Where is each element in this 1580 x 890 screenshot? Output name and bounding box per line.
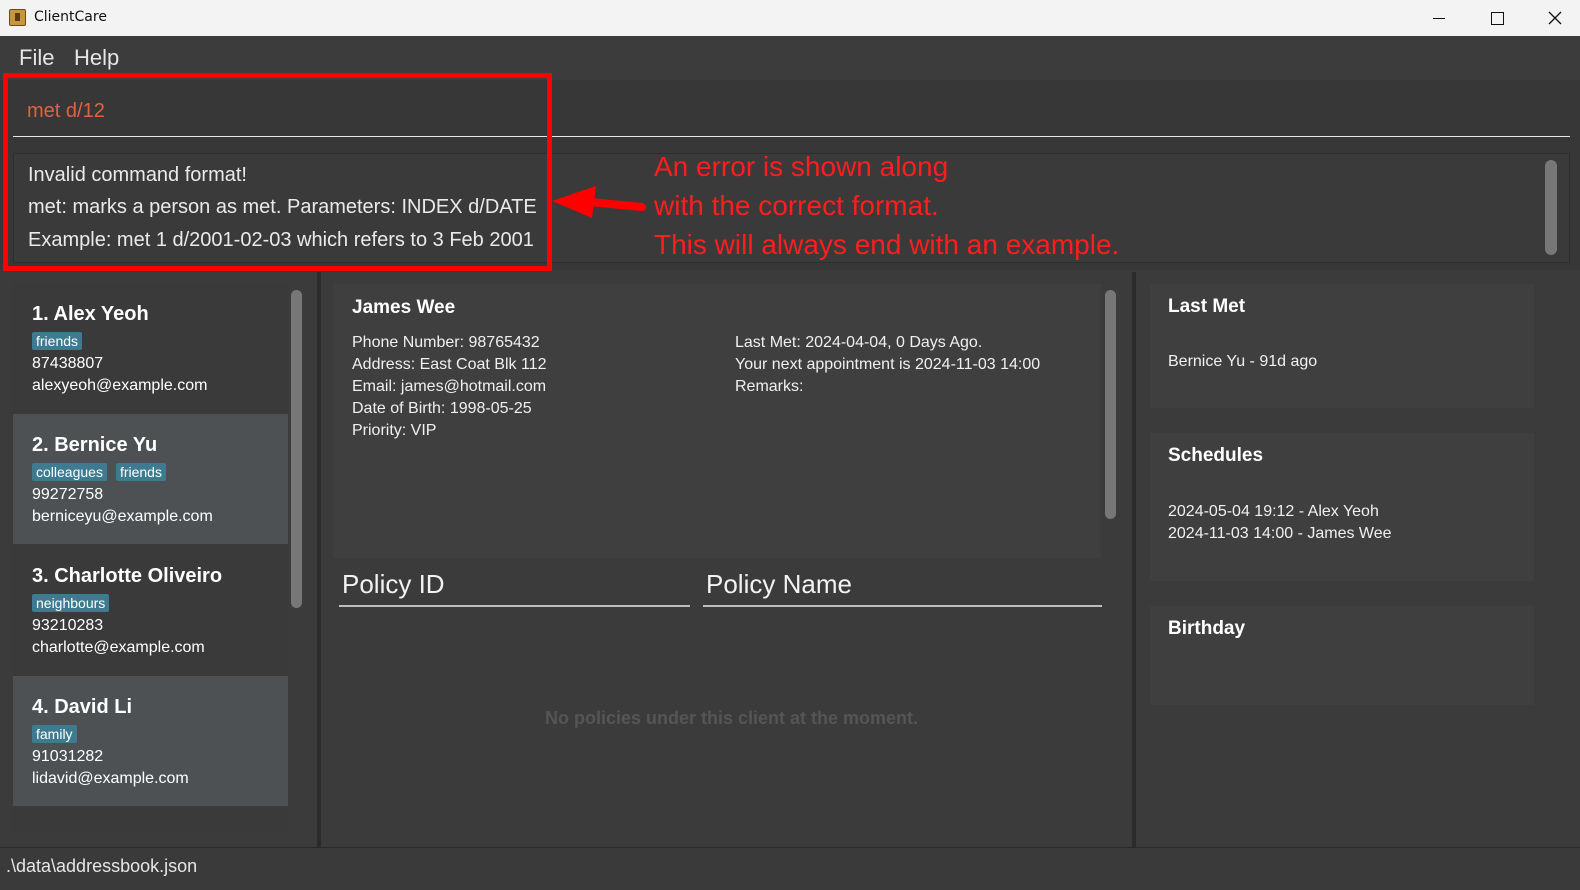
person-email: berniceyu@example.com — [32, 508, 213, 525]
save-location: .\data\addressbook.json — [6, 856, 198, 876]
policy-name-header[interactable]: Policy Name — [703, 568, 1102, 607]
person-tag: colleagues — [32, 463, 107, 481]
person-card[interactable]: 2. Bernice Yu colleagues friends 9927275… — [13, 414, 288, 544]
schedules-card: Schedules 2024-05-04 19:12 - Alex Yeoh 2… — [1150, 433, 1534, 581]
detail-appointment: Your next appointment is 2024-11-03 14:0… — [735, 356, 1041, 373]
schedule-item: 2024-11-03 14:00 - James Wee — [1168, 525, 1392, 542]
schedule-item: 2024-05-04 19:12 - Alex Yeoh — [1168, 503, 1379, 520]
person-phone: 93210283 — [32, 617, 104, 634]
person-name: 1. Alex Yeoh — [32, 303, 149, 325]
person-phone: 87438807 — [32, 355, 104, 372]
panel-divider — [1132, 272, 1136, 847]
person-tag: family — [32, 725, 77, 743]
maximize-button[interactable] — [1468, 0, 1526, 36]
detail-address: Address: East Coat Blk 112 — [352, 356, 547, 373]
person-name: 2. Bernice Yu — [32, 434, 158, 456]
policy-empty-message: No policies under this client at the mom… — [545, 708, 919, 728]
person-card[interactable]: 3. Charlotte Oliveiro neighbours 9321028… — [13, 545, 288, 675]
schedules-title: Schedules — [1168, 445, 1264, 466]
person-card[interactable]: 4. David Li family 91031282 lidavid@exam… — [13, 676, 288, 806]
policy-id-header[interactable]: Policy ID — [339, 568, 690, 607]
person-email: alexyeoh@example.com — [32, 377, 208, 394]
person-list-scrollbar[interactable] — [291, 290, 302, 608]
person-tag: neighbours — [32, 594, 110, 612]
close-icon — [1548, 11, 1562, 25]
last-met-item: Bernice Yu - 91d ago — [1168, 353, 1318, 370]
annotation-arrow-icon — [552, 186, 646, 218]
panel-divider — [317, 272, 321, 847]
person-detail: James Wee Phone Number: 98765432 Address… — [333, 284, 1101, 558]
person-tag: friends — [115, 463, 166, 481]
detail-scrollbar[interactable] — [1105, 290, 1116, 519]
person-name: 4. David Li — [32, 696, 133, 718]
birthday-card: Birthday — [1150, 606, 1534, 705]
detail-dob: Date of Birth: 1998-05-25 — [352, 400, 532, 417]
person-name: 3. Charlotte Oliveiro — [32, 565, 223, 587]
person-email: charlotte@example.com — [32, 639, 205, 656]
menu-help[interactable]: Help — [74, 45, 119, 71]
person-tag: friends — [32, 332, 83, 350]
person-email: lidavid@example.com — [32, 770, 189, 787]
person-phone: 91031282 — [32, 748, 104, 765]
policy-id-header-label: Policy ID — [342, 569, 445, 599]
detail-priority: Priority: VIP — [352, 422, 437, 439]
window-title: ClientCare — [34, 9, 107, 25]
minimize-icon — [1433, 17, 1445, 19]
result-scrollbar[interactable] — [1545, 160, 1557, 255]
app-icon — [9, 9, 26, 26]
detail-email: Email: james@hotmail.com — [352, 378, 547, 395]
close-button[interactable] — [1526, 0, 1580, 36]
person-phone: 99272758 — [32, 486, 104, 503]
detail-last-met: Last Met: 2024-04-04, 0 Days Ago. — [735, 334, 983, 351]
policy-name-header-label: Policy Name — [706, 569, 852, 599]
maximize-icon — [1490, 11, 1504, 25]
birthday-title: Birthday — [1168, 618, 1246, 639]
annotation-text: with the correct format. — [654, 190, 939, 221]
person-card[interactable]: 1. Alex Yeoh friends 87438807 alexyeoh@e… — [13, 283, 288, 413]
detail-name: James Wee — [352, 297, 456, 318]
person-list: 1. Alex Yeoh friends 87438807 alexyeoh@e… — [13, 283, 288, 833]
detail-remarks: Remarks: — [735, 378, 804, 395]
last-met-card: Last Met Bernice Yu - 91d ago — [1150, 284, 1534, 408]
last-met-title: Last Met — [1168, 296, 1246, 317]
detail-phone: Phone Number: 98765432 — [352, 334, 540, 351]
annotation-text: This will always end with an example. — [654, 229, 1120, 260]
annotation-text: An error is shown along — [654, 151, 949, 182]
annotation-highlight-box — [3, 73, 552, 271]
menu-file[interactable]: File — [19, 45, 54, 71]
status-bar: .\data\addressbook.json — [0, 847, 1580, 890]
minimize-button[interactable] — [1410, 0, 1468, 36]
title-bar: ClientCare — [0, 0, 1580, 36]
